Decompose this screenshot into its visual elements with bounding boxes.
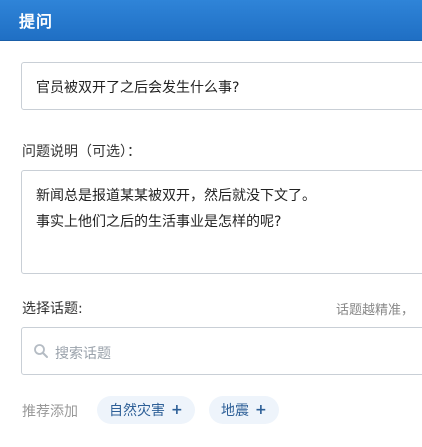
recommend-label: 推荐添加 bbox=[22, 404, 78, 420]
chip-label: 自然灾害 bbox=[109, 403, 165, 419]
search-icon bbox=[33, 343, 49, 359]
plus-icon: + bbox=[171, 402, 183, 418]
topic-chip-natural-disaster[interactable]: 自然灾害 + bbox=[97, 396, 195, 424]
topic-search-input[interactable]: 搜索话题 bbox=[21, 327, 422, 375]
description-line: 事实上他们之后的生活事业是怎样的呢? bbox=[36, 214, 282, 230]
question-text: 官员被双开了之后会发生什么事? bbox=[36, 80, 240, 96]
description-line: 新闻总是报道某某被双开，然后就没下文了。 bbox=[36, 188, 316, 204]
question-input[interactable]: 官员被双开了之后会发生什么事? bbox=[21, 62, 422, 110]
topic-chip-earthquake[interactable]: 地震 + bbox=[209, 396, 279, 424]
topic-label: 选择话题: bbox=[22, 301, 83, 317]
chip-label: 地震 bbox=[221, 403, 249, 419]
search-placeholder: 搜索话题 bbox=[55, 346, 111, 362]
dialog-title: 提问 bbox=[19, 12, 54, 31]
description-label: 问题说明（可选）： bbox=[22, 144, 141, 160]
plus-icon: + bbox=[255, 402, 267, 418]
dialog-header: 提问 bbox=[0, 0, 422, 41]
topic-hint: 话题越精准， bbox=[336, 303, 415, 318]
description-textarea[interactable]: 新闻总是报道某某被双开，然后就没下文了。 事实上他们之后的生活事业是怎样的呢? bbox=[21, 170, 422, 274]
